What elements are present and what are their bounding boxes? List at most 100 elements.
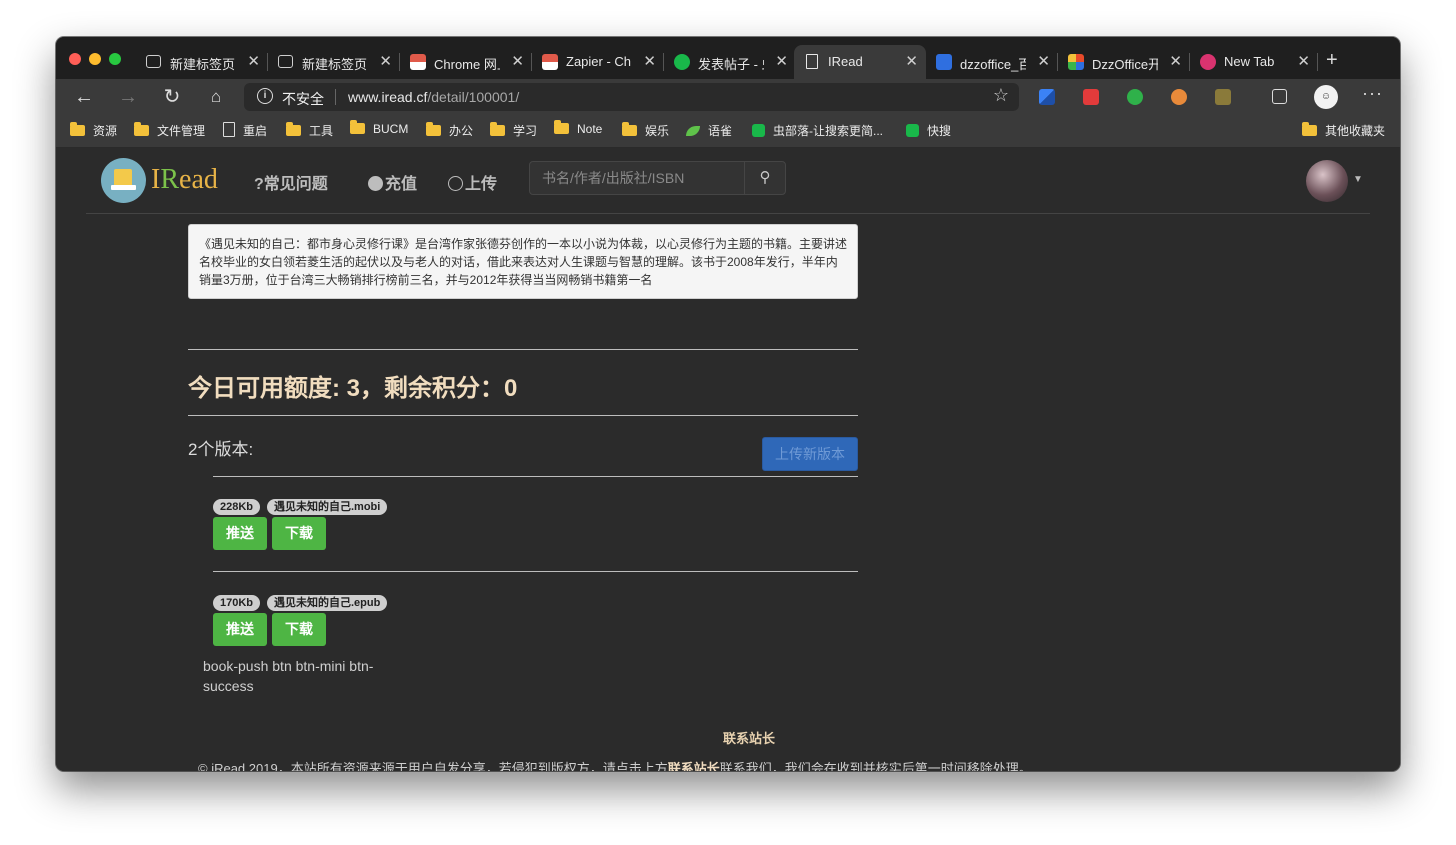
- nav-faq[interactable]: ?常见问题: [254, 170, 328, 194]
- coin-icon: [368, 176, 383, 191]
- tab-label: Chrome 网上: [434, 57, 500, 72]
- tab-label: DzzOffice开: [1092, 57, 1158, 72]
- close-icon[interactable]: ✕: [775, 52, 788, 70]
- tab-dzzoffice[interactable]: DzzOffice开 ✕: [1058, 45, 1190, 79]
- close-icon[interactable]: ✕: [247, 52, 260, 70]
- new-tab-icon: [278, 55, 293, 68]
- back-arrow-icon[interactable]: ←: [72, 85, 96, 109]
- close-icon[interactable]: ✕: [905, 52, 918, 70]
- extension-apps-icon[interactable]: [1039, 89, 1055, 105]
- site-brand[interactable]: IRead: [151, 164, 218, 196]
- close-icon[interactable]: ✕: [1297, 52, 1310, 70]
- bookmark-item[interactable]: 学习: [490, 122, 537, 139]
- other-bookmarks[interactable]: 其他收藏夹: [1302, 122, 1385, 139]
- new-tab-plus-icon[interactable]: +: [1326, 49, 1338, 72]
- extension-ship-icon[interactable]: [1215, 89, 1231, 105]
- versions-label: 2个版本:: [188, 440, 254, 459]
- hexagon-icon: [674, 54, 690, 70]
- chevron-down-icon[interactable]: ▼: [1353, 174, 1363, 185]
- bookmark-item[interactable]: 办公: [426, 122, 473, 139]
- bookmark-item[interactable]: 快搜: [906, 122, 951, 139]
- close-icon[interactable]: ✕: [511, 52, 524, 70]
- folder-icon: [622, 122, 637, 136]
- bookmark-item[interactable]: Note: [554, 120, 602, 136]
- bookmarks-bar: 资源 文件管理 重启 工具 BUCM 办公 学习 Note 娱乐 语雀 虫部落-…: [56, 115, 1400, 148]
- tab-label: Zapier - Ch: [566, 54, 632, 69]
- reload-icon[interactable]: ↻: [160, 85, 184, 109]
- push-button[interactable]: 推送: [213, 613, 267, 646]
- star-icon[interactable]: ☆: [993, 85, 1009, 106]
- address-bar[interactable]: i 不安全 www.iread.cf/detail/100001/ ☆: [244, 83, 1019, 111]
- tab-zapier[interactable]: Zapier - Ch ✕: [532, 45, 664, 79]
- close-icon[interactable]: ✕: [1169, 52, 1182, 70]
- close-icon[interactable]: ✕: [643, 52, 656, 70]
- extension-owl-icon[interactable]: [1171, 89, 1187, 105]
- close-window-button[interactable]: [69, 53, 81, 65]
- browser-toolbar: ← → ↻ ⌂ i 不安全 www.iread.cf/detail/100001…: [56, 79, 1400, 115]
- minimize-window-button[interactable]: [89, 53, 101, 65]
- tab-new-tab-3[interactable]: New Tab ✕: [1190, 45, 1318, 79]
- extension-red-icon[interactable]: [1083, 89, 1099, 105]
- tab-new-tab-1[interactable]: 新建标签页 ✕: [136, 45, 268, 79]
- hexagon-icon: [752, 124, 765, 137]
- profile-icon[interactable]: ☺: [1314, 85, 1338, 109]
- bookmark-item[interactable]: 工具: [286, 122, 333, 139]
- page-icon: [806, 54, 818, 69]
- paw-icon: [936, 54, 952, 70]
- footer-contact-link[interactable]: 联系站长: [668, 761, 720, 771]
- nav-upload[interactable]: 上传: [448, 170, 497, 194]
- collections-icon[interactable]: [1272, 89, 1287, 104]
- home-icon[interactable]: ⌂: [204, 85, 228, 109]
- tab-label: IRead: [828, 54, 863, 69]
- folder-icon: [350, 120, 365, 134]
- close-icon[interactable]: ✕: [379, 52, 392, 70]
- info-icon[interactable]: i: [257, 88, 273, 104]
- book-description: 《遇见未知的自己：都市身心灵修行课》是台湾作家张德芬创作的一本以小说为体裁，以心…: [188, 224, 858, 299]
- search-icon: ⚲: [759, 169, 771, 186]
- tab-iread[interactable]: IRead ✕: [794, 45, 926, 79]
- bookmark-item[interactable]: 文件管理: [134, 122, 205, 139]
- search-button[interactable]: ⚲: [744, 162, 785, 194]
- tab-new-tab-2[interactable]: 新建标签页 ✕: [268, 45, 400, 79]
- download-button[interactable]: 下载: [272, 613, 326, 646]
- bookmark-item[interactable]: BUCM: [350, 120, 408, 136]
- bookmark-item[interactable]: 语雀: [686, 122, 732, 139]
- browser-window: 新建标签页 ✕ 新建标签页 ✕ Chrome 网上 ✕ Zapier - Ch …: [56, 37, 1400, 771]
- folder-icon: [70, 122, 85, 136]
- avatar[interactable]: [1306, 160, 1348, 202]
- bookmark-item[interactable]: 虫部落-让搜索更简...: [752, 122, 883, 139]
- upload-new-version-button[interactable]: 上传新版本: [762, 437, 858, 471]
- check-circle-icon: [448, 176, 463, 191]
- tab-post-thread[interactable]: 发表帖子 - 虫 ✕: [664, 45, 796, 79]
- push-button[interactable]: 推送: [213, 517, 267, 550]
- zoom-window-button[interactable]: [109, 53, 121, 65]
- download-button[interactable]: 下载: [272, 517, 326, 550]
- file-name-badge: 遇见未知的自己.mobi: [267, 499, 388, 515]
- file-size-badge: 170Kb: [213, 595, 261, 611]
- class-name-note: book-push btn btn-mini btn-success: [203, 658, 374, 694]
- bookmark-item[interactable]: 娱乐: [622, 122, 669, 139]
- more-menu-icon[interactable]: ···: [1362, 83, 1383, 104]
- iread-logo-icon[interactable]: [101, 158, 146, 203]
- folder-icon: [1302, 122, 1317, 136]
- search-input[interactable]: [530, 162, 745, 194]
- tab-label: dzzoffice_百: [960, 57, 1026, 72]
- bookmark-item[interactable]: 资源: [70, 122, 117, 139]
- nav-recharge[interactable]: 充值: [368, 170, 417, 194]
- evernote-icon[interactable]: [1127, 89, 1143, 105]
- folder-icon: [286, 122, 301, 136]
- page-icon: [223, 122, 235, 137]
- contact-admin-link[interactable]: 联系站长: [723, 728, 775, 747]
- tab-chrome-store[interactable]: Chrome 网上 ✕: [400, 45, 532, 79]
- tab-dzzoffice-baidu[interactable]: dzzoffice_百 ✕: [926, 45, 1058, 79]
- close-icon[interactable]: ✕: [1037, 52, 1050, 70]
- dzz-icon: [1068, 54, 1084, 70]
- file-size-badge: 228Kb: [213, 499, 261, 515]
- tab-label: 新建标签页: [170, 57, 236, 72]
- bookmark-item[interactable]: 重启: [223, 122, 267, 139]
- url-text[interactable]: www.iread.cf/detail/100001/: [348, 89, 519, 105]
- folder-icon: [426, 122, 441, 136]
- site-content: IRead ?常见问题 充值 上传 ⚲ ▼ 《遇见未知的自己：都市身心灵修行课》…: [56, 148, 1400, 771]
- forward-arrow-icon[interactable]: →: [116, 85, 140, 109]
- new-tab-icon: [146, 55, 161, 68]
